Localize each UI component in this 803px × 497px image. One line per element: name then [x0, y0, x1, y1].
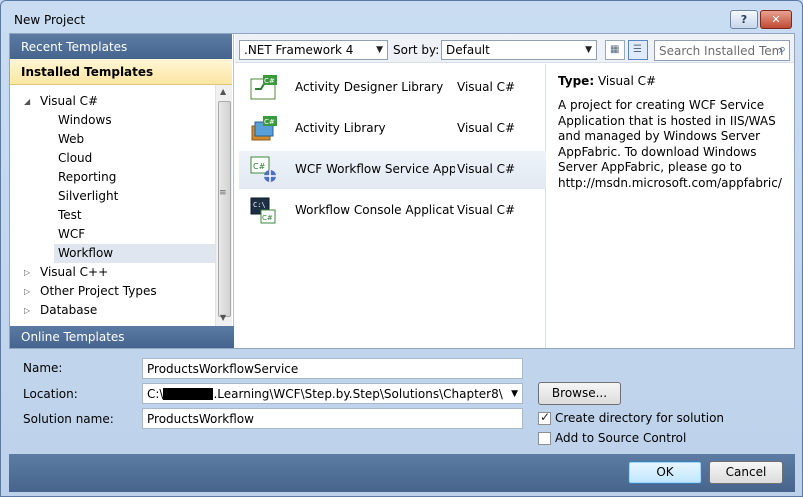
template-language: Visual C# — [457, 203, 516, 217]
tree-item-label: Other Project Types — [40, 284, 157, 298]
scrollbar-thumb[interactable] — [218, 101, 231, 317]
template-tree: ◢ Visual C# Windows Web Cloud Reporting … — [10, 88, 216, 326]
name-label-text: Name: — [23, 361, 63, 375]
search-icon[interactable]: ⌕ — [779, 42, 786, 57]
svg-text:C#: C# — [264, 77, 275, 85]
template-item-wcf-workflow-service-application[interactable]: C# WCF Workflow Service Appli... Visual … — [239, 151, 546, 189]
search-placeholder: Search Installed Tem — [659, 44, 784, 58]
solution-name-label: Solution name: — [23, 412, 114, 426]
chevron-down-icon: ▼ — [585, 45, 592, 55]
small-icons-view-button[interactable]: ▦ — [605, 40, 625, 60]
svg-text:C#: C# — [262, 214, 273, 222]
tree-item-workflow[interactable]: Workflow — [54, 244, 216, 263]
tree-item-visual-csharp[interactable]: ◢ Visual C# — [24, 92, 102, 111]
solution-name-input[interactable]: ProductsWorkflow — [142, 408, 523, 429]
template-item-workflow-console-application[interactable]: C:\ C# Workflow Console Application Visu… — [239, 192, 546, 230]
recent-templates-header[interactable]: Recent Templates — [10, 34, 232, 59]
template-categories-pane: Recent Templates Installed Templates ◢ V… — [10, 34, 234, 348]
chevron-down-icon: ▼ — [376, 45, 383, 55]
collapsed-arrow-icon[interactable]: ▷ — [24, 282, 30, 301]
tree-scrollbar[interactable]: ▲ ≡ ▼ — [215, 85, 232, 327]
scroll-grip-icon: ≡ — [219, 188, 227, 198]
sort-select[interactable]: Default ▼ — [441, 40, 597, 60]
tree-item-web[interactable]: Web — [54, 130, 88, 149]
template-description-pane: Type: Visual C# A project for creating W… — [547, 64, 794, 348]
list-view-button[interactable]: ☰ — [628, 40, 648, 60]
tree-item-database[interactable]: ▷ Database — [24, 301, 101, 320]
template-language: Visual C# — [457, 121, 516, 135]
chevron-down-icon[interactable]: ▼ — [511, 389, 518, 399]
template-name: Workflow Console Application — [295, 203, 455, 217]
sort-label: Sort by: — [393, 43, 440, 57]
ok-button[interactable]: OK — [628, 461, 702, 484]
framework-select[interactable]: .NET Framework 4 ▼ — [239, 40, 388, 60]
scroll-up-icon[interactable]: ▲ — [220, 87, 226, 96]
svg-text:C#: C# — [253, 162, 266, 171]
tree-item-test[interactable]: Test — [54, 206, 86, 225]
template-language: Visual C# — [457, 80, 516, 94]
grid-view-icon: ▦ — [610, 44, 620, 55]
location-suffix: .Learning\WCF\Step.by.Step\Solutions\Cha… — [213, 387, 503, 401]
activity-library-icon: C# — [251, 116, 277, 141]
tree-item-other-project-types[interactable]: ▷ Other Project Types — [24, 282, 161, 301]
activity-designer-icon: C# — [250, 75, 277, 100]
cancel-button[interactable]: Cancel — [709, 461, 783, 484]
template-name: WCF Workflow Service Appli... — [295, 162, 455, 176]
template-description-text: A project for creating WCF Service Appli… — [558, 98, 782, 190]
browse-button[interactable]: Browse... — [538, 382, 621, 405]
source-control-checkbox[interactable] — [538, 432, 551, 445]
framework-value: .NET Framework 4 — [244, 43, 354, 57]
create-directory-label[interactable]: Create directory for solution — [555, 411, 724, 425]
tree-item-cloud[interactable]: Cloud — [54, 149, 96, 168]
wcf-workflow-icon: C# — [250, 156, 276, 182]
source-control-label[interactable]: Add to Source Control — [555, 431, 686, 445]
template-list: C# Activity Designer Library Visual C# C… — [235, 64, 546, 348]
location-combobox[interactable]: C:\ .Learning\WCF\Step.by.Step\Solutions\… — [142, 383, 523, 404]
tree-item-visual-cpp[interactable]: ▷ Visual C++ — [24, 263, 112, 282]
help-button[interactable]: ? — [730, 10, 758, 29]
template-type: Type: Visual C# — [558, 74, 656, 88]
dialog-content: Recent Templates Installed Templates ◢ V… — [9, 33, 795, 349]
new-project-dialog: New Project ? ✕ Recent Templates Install… — [0, 0, 803, 497]
template-item-activity-designer-library[interactable]: C# Activity Designer Library Visual C# — [239, 69, 546, 107]
tree-item-silverlight[interactable]: Silverlight — [54, 187, 122, 206]
collapsed-arrow-icon[interactable]: ▷ — [24, 263, 30, 282]
tree-item-reporting[interactable]: Reporting — [54, 168, 120, 187]
list-view-icon: ☰ — [633, 44, 642, 55]
installed-templates-header[interactable]: Installed Templates — [10, 59, 232, 85]
tree-item-label: Visual C++ — [40, 265, 109, 279]
search-input[interactable]: Search Installed Tem ⌕ — [654, 40, 790, 61]
location-prefix: C:\ — [147, 387, 164, 401]
checkmark-icon: ✓ — [540, 410, 551, 424]
type-label: Type: — [558, 74, 595, 88]
template-name: Activity Library — [295, 121, 386, 135]
close-button[interactable]: ✕ — [760, 10, 792, 29]
tree-item-label: Database — [40, 303, 98, 317]
tree-item-label: Visual C# — [40, 94, 99, 108]
tree-item-wcf[interactable]: WCF — [54, 225, 89, 244]
sort-value: Default — [446, 43, 490, 57]
create-directory-checkbox[interactable]: ✓ — [538, 410, 551, 425]
svg-text:C:\: C:\ — [253, 201, 266, 209]
title-bar: New Project ? ✕ — [1, 1, 802, 31]
redacted-path-segment — [163, 388, 214, 400]
template-item-activity-library[interactable]: C# Activity Library Visual C# — [239, 110, 546, 148]
svg-text:C#: C# — [264, 118, 275, 126]
scroll-down-icon[interactable]: ▼ — [220, 313, 226, 322]
expanded-arrow-icon[interactable]: ◢ — [24, 92, 30, 111]
dialog-title: New Project — [14, 13, 86, 27]
template-language: Visual C# — [457, 162, 516, 176]
template-name: Activity Designer Library — [295, 80, 444, 94]
location-label: Location: — [23, 387, 78, 401]
tree-item-windows[interactable]: Windows — [54, 111, 116, 130]
name-label: Name: — [23, 361, 62, 375]
name-input[interactable]: ProductsWorkflowService — [142, 358, 523, 379]
online-templates-header[interactable]: Online Templates — [10, 326, 234, 348]
collapsed-arrow-icon[interactable]: ▷ — [24, 301, 30, 320]
template-toolbar: .NET Framework 4 ▼ Sort by: Default ▼ ▦ … — [235, 34, 794, 63]
type-value: Visual C# — [597, 74, 657, 88]
workflow-console-icon: C:\ C# — [250, 197, 276, 224]
